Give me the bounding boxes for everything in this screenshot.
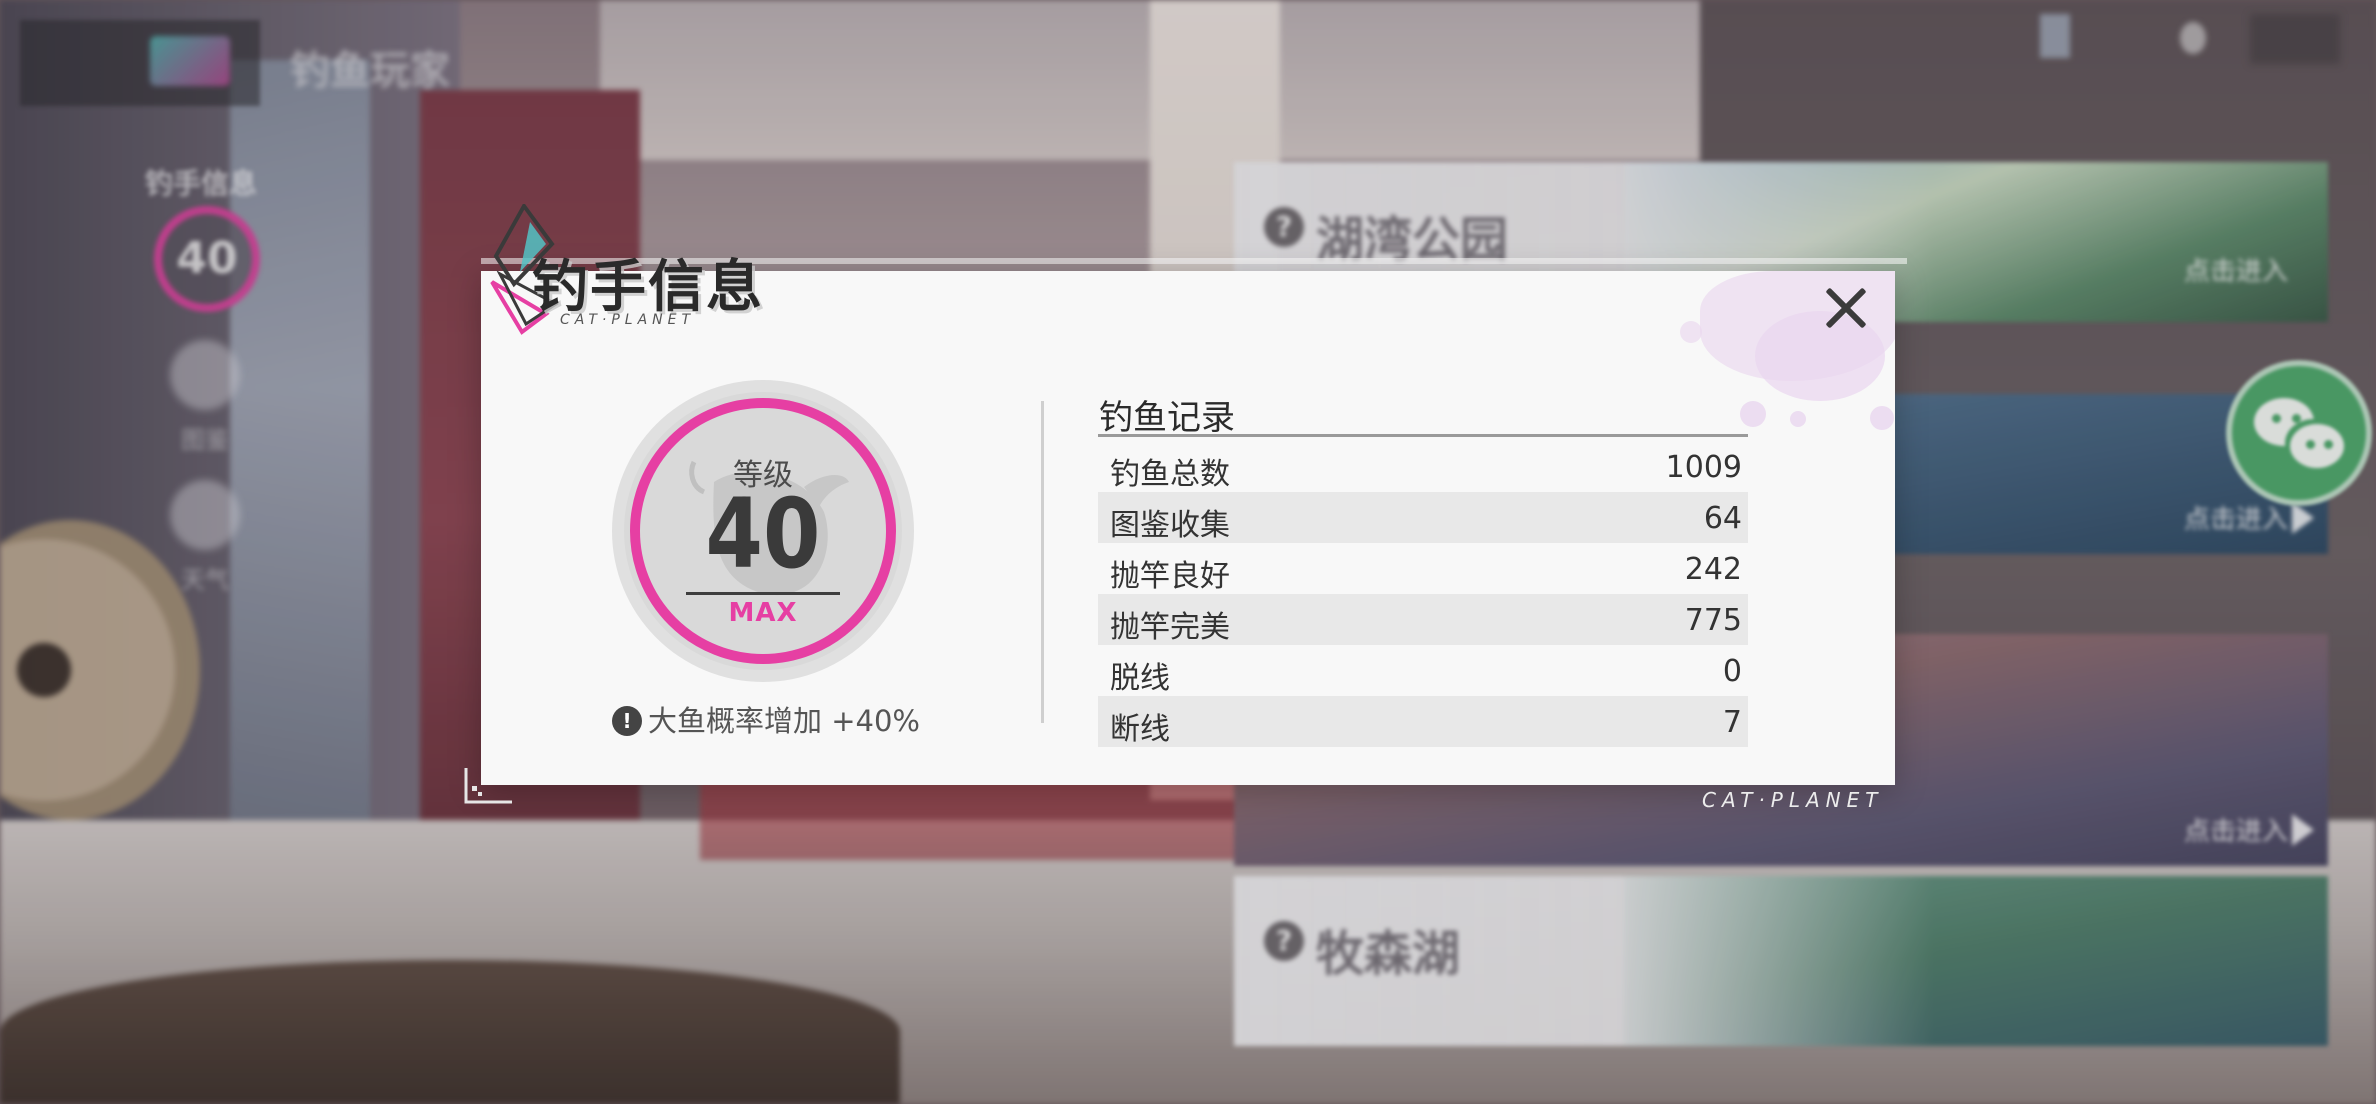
level-max-label: MAX bbox=[728, 598, 798, 628]
level-divider bbox=[686, 592, 840, 595]
close-icon[interactable] bbox=[1818, 280, 1874, 336]
records-table: 钓鱼总数 1009 图鉴收集 64 抛竿良好 242 抛竿完美 775 脱线 0… bbox=[1098, 441, 1748, 747]
record-row-total-catches: 钓鱼总数 1009 bbox=[1098, 441, 1748, 492]
dialog-title: 钓手信息 bbox=[532, 255, 764, 320]
big-fish-bonus: ! 大鱼概率增加 +40% bbox=[612, 698, 920, 740]
records-title: 钓鱼记录 bbox=[1099, 398, 1235, 438]
bonus-text: 大鱼概率增加 +40% bbox=[648, 704, 920, 738]
record-value: 242 bbox=[1684, 552, 1742, 587]
footer-brand: CAT·PLANET bbox=[1702, 788, 1884, 812]
record-value: 64 bbox=[1703, 501, 1742, 536]
record-row-line-break: 断线 7 bbox=[1098, 696, 1748, 747]
info-icon[interactable]: ! bbox=[612, 706, 642, 736]
record-row-good-casts: 抛竿良好 242 bbox=[1098, 543, 1748, 594]
record-label: 抛竿完美 bbox=[1110, 610, 1230, 645]
records-title-underline bbox=[1098, 434, 1748, 437]
record-label: 抛竿良好 bbox=[1110, 559, 1230, 594]
dialog-title-block: 钓手信息 CAT·PLANET bbox=[486, 204, 786, 344]
section-divider bbox=[1041, 401, 1044, 723]
record-value: 7 bbox=[1722, 705, 1742, 740]
record-value: 0 bbox=[1722, 654, 1742, 689]
level-value: 40 bbox=[705, 478, 821, 590]
dialog-title-brand: CAT·PLANET bbox=[560, 312, 696, 328]
level-badge: 等级 40 MAX bbox=[612, 380, 914, 682]
record-row-collection: 图鉴收集 64 bbox=[1098, 492, 1748, 543]
record-label: 断线 bbox=[1110, 712, 1170, 747]
record-label: 图鉴收集 bbox=[1110, 508, 1230, 543]
record-row-perfect-casts: 抛竿完美 775 bbox=[1098, 594, 1748, 645]
record-value: 1009 bbox=[1665, 450, 1742, 485]
corner-bracket-decoration bbox=[464, 768, 512, 804]
record-value: 775 bbox=[1684, 603, 1742, 638]
record-row-unhooked: 脱线 0 bbox=[1098, 645, 1748, 696]
record-label: 钓鱼总数 bbox=[1110, 457, 1230, 492]
record-label: 脱线 bbox=[1110, 661, 1170, 696]
